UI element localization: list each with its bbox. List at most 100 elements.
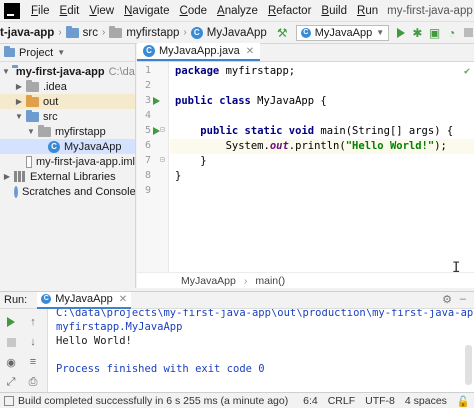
editor-tab-bar: C MyJavaApp.java ✕ xyxy=(137,43,474,62)
breadcrumb-project[interactable]: t-java-app xyxy=(0,27,54,39)
folder-icon xyxy=(65,25,79,38)
menu-run[interactable]: Run xyxy=(352,0,383,22)
tree-item-label: MyJavaApp xyxy=(64,140,122,153)
coverage-button[interactable]: ▣ xyxy=(429,25,440,41)
breadcrumb-package-label: myfirstapp xyxy=(126,26,180,39)
menu-edit[interactable]: Edit xyxy=(55,0,85,22)
inspection-ok-icon[interactable]: ✔ xyxy=(464,66,470,77)
status-message[interactable]: Build completed successfully in 6 s 255 … xyxy=(18,395,288,407)
tree-item-label: Scratches and Consoles xyxy=(22,185,136,198)
source-folder-icon xyxy=(26,109,39,122)
close-icon[interactable]: ✕ xyxy=(119,294,127,305)
rerun-button[interactable] xyxy=(4,315,18,329)
close-icon[interactable]: ✕ xyxy=(246,46,254,57)
chevron-right-icon: › xyxy=(102,27,106,38)
chevron-down-icon[interactable]: ▼ xyxy=(57,48,65,57)
run-class-gutter-icon[interactable] xyxy=(153,97,160,105)
menu-refactor[interactable]: Refactor xyxy=(263,0,316,22)
code-line-3: public class MyJavaApp { xyxy=(175,95,327,107)
restore-layout-icon[interactable]: ⤢ xyxy=(4,375,18,389)
expand-arrow-icon[interactable]: ▼ xyxy=(26,127,36,136)
navigation-bar: t-java-app › src › myfirstapp › C MyJava… xyxy=(0,22,474,44)
run-configuration-select[interactable]: C MyJavaApp ▼ xyxy=(295,24,390,41)
tree-item-iml[interactable]: my-first-java-app.iml xyxy=(0,154,135,169)
scroll-up-button[interactable]: ↑ xyxy=(26,315,40,329)
project-panel-title[interactable]: Project xyxy=(19,47,53,59)
minimize-icon[interactable]: – xyxy=(460,293,466,305)
expand-arrow-icon[interactable]: ▼ xyxy=(2,67,10,76)
menu-analyze[interactable]: Analyze xyxy=(212,0,263,22)
line-number: 7 xyxy=(144,155,151,166)
code-editor[interactable]: 1 2 3 4 5 ⊟ 6 7 ⊟ 8 9 package myfirstapp… xyxy=(137,62,474,276)
class-icon: C xyxy=(48,140,60,153)
breadcrumb-project-label: t-java-app xyxy=(0,26,55,39)
menu-view[interactable]: View xyxy=(84,0,119,22)
class-icon: C xyxy=(190,26,203,39)
tree-item-myjavaapp[interactable]: C MyJavaApp xyxy=(0,139,135,154)
project-panel: Project ▼ ▼ my-first-java-app C:\data\ ▶… xyxy=(0,44,136,288)
menu-code[interactable]: Code xyxy=(175,0,213,22)
console-line-class: myfirstapp.MyJavaApp xyxy=(56,321,183,333)
tree-item-project-root[interactable]: ▼ my-first-java-app C:\data\ xyxy=(0,64,135,79)
menu-navigate[interactable]: Navigate xyxy=(119,0,174,22)
chevron-down-icon: ▼ xyxy=(376,28,385,37)
soft-wrap-icon[interactable]: ≡ xyxy=(26,355,40,369)
console-line-hello: Hello World! xyxy=(56,335,132,347)
collapse-arrow-icon[interactable]: ▶ xyxy=(2,172,12,181)
project-panel-header: Project ▼ xyxy=(0,44,135,62)
line-number: 6 xyxy=(144,140,151,151)
folder-icon xyxy=(26,79,39,92)
line-separator[interactable]: CRLF xyxy=(328,395,355,407)
run-console-output[interactable]: C:\data\projects\my-first-java-app\out\p… xyxy=(48,309,474,392)
line-number: 3 xyxy=(144,95,151,106)
breadcrumb-src[interactable]: src xyxy=(65,25,98,39)
editor-breadcrumb: MyJavaApp › main() xyxy=(137,272,474,288)
line-number: 4 xyxy=(144,110,151,121)
code-line-7: } xyxy=(175,155,207,167)
tree-item-src[interactable]: ▼ src xyxy=(0,109,135,124)
editor-tab-myjavaapp[interactable]: C MyJavaApp.java ✕ xyxy=(137,43,261,61)
stop-button[interactable] xyxy=(463,25,474,41)
file-encoding[interactable]: UTF-8 xyxy=(365,395,395,407)
tree-item-external-libraries[interactable]: ▶ External Libraries xyxy=(0,169,135,184)
build-hammer-icon[interactable]: ⚒ xyxy=(277,25,288,41)
caret-position[interactable]: 6:4 xyxy=(303,395,318,407)
debug-button[interactable]: ✱ xyxy=(412,25,423,41)
settings-gear-icon[interactable]: ⚙ xyxy=(442,293,452,306)
tree-item-idea[interactable]: ▶ .idea xyxy=(0,79,135,94)
tree-item-scratches[interactable]: Scratches and Consoles xyxy=(0,184,135,199)
tree-item-out[interactable]: ▶ out xyxy=(0,94,135,109)
bug-icon: ✱ xyxy=(412,25,423,40)
collapse-arrow-icon[interactable]: ▶ xyxy=(14,82,24,91)
tool-windows-icon[interactable] xyxy=(4,395,14,406)
run-main-gutter-icon[interactable] xyxy=(153,127,160,135)
menu-build[interactable]: Build xyxy=(316,0,352,22)
print-icon[interactable]: ⎙ xyxy=(26,375,40,389)
tree-item-package[interactable]: ▼ myfirstapp xyxy=(0,124,135,139)
breadcrumb-package[interactable]: myfirstapp xyxy=(109,25,180,39)
chevron-right-icon: › xyxy=(58,27,62,38)
tree-item-label: my-first-java-app.iml xyxy=(35,155,135,168)
collapse-arrow-icon[interactable]: ▶ xyxy=(14,97,24,106)
run-button[interactable] xyxy=(395,25,406,41)
fold-icon[interactable]: ⊟ xyxy=(160,125,165,134)
run-tab-label: MyJavaApp xyxy=(55,293,113,305)
camera-icon[interactable]: ◉ xyxy=(4,355,18,369)
fold-icon[interactable]: ⊟ xyxy=(160,155,165,164)
window-title: my-first-java-app xyxy=(387,4,473,17)
stop-button[interactable] xyxy=(4,335,18,349)
line-number: 5 xyxy=(144,125,151,136)
breadcrumb-class[interactable]: C MyJavaApp xyxy=(190,26,267,39)
run-tab-myjavaapp[interactable]: C MyJavaApp ✕ xyxy=(37,291,132,309)
profile-button[interactable]: ◔ xyxy=(446,25,457,41)
play-icon xyxy=(396,27,405,38)
scroll-down-button[interactable]: ↓ xyxy=(26,335,40,349)
indent-setting[interactable]: 4 spaces xyxy=(405,395,447,407)
console-scrollbar[interactable] xyxy=(465,345,472,385)
editor-breadcrumb-method[interactable]: main() xyxy=(255,275,285,287)
expand-arrow-icon[interactable]: ▼ xyxy=(14,112,24,121)
editor-breadcrumb-class[interactable]: MyJavaApp xyxy=(181,275,236,287)
lock-icon[interactable]: 🔓 xyxy=(457,395,470,408)
breadcrumb-class-label: MyJavaApp xyxy=(206,26,267,39)
menu-file[interactable]: File xyxy=(26,0,55,22)
